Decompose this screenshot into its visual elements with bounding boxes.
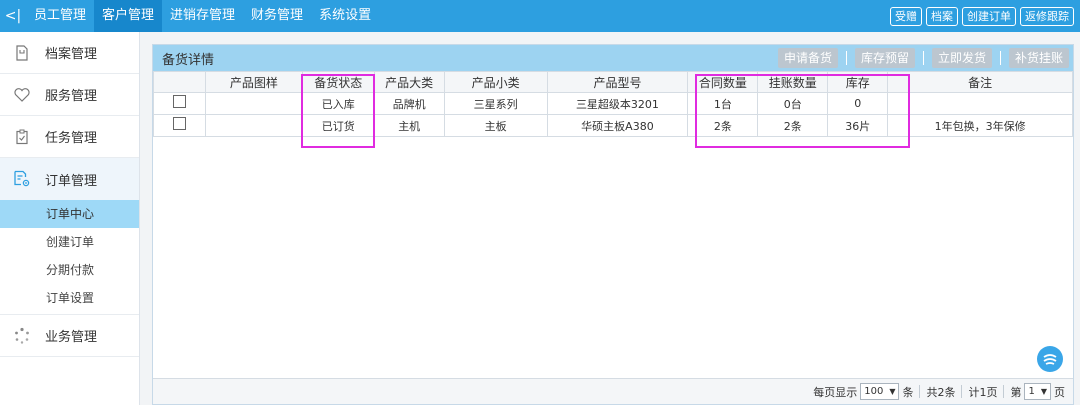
stock-cell: 36片 — [827, 114, 889, 137]
page-value: 1 — [1028, 386, 1035, 397]
category-cell: 主机 — [373, 114, 445, 137]
model-cell: 三星超级本3201 — [546, 92, 689, 115]
sidebar-item-tasks[interactable]: 任务管理 — [0, 116, 139, 158]
pagination-bar: 每页显示 100 ▼ 条 共2条 计1页 第 1 ▼ 页 — [153, 378, 1073, 404]
notes-cell: 1年包换，3年保修 — [887, 114, 1073, 137]
total-pages: 计1页 — [968, 385, 998, 399]
nav-employee-management[interactable]: 员工管理 — [26, 0, 94, 32]
col-header-category[interactable]: 产品大类 — [373, 71, 445, 93]
sidebar-subitem-order-settings[interactable]: 订单设置 — [0, 284, 139, 312]
contract-qty-cell: 2条 — [687, 114, 759, 137]
sidebar-item-label: 业务管理 — [45, 330, 98, 345]
category-cell: 品牌机 — [373, 92, 445, 115]
subcategory-cell: 主板 — [443, 114, 548, 137]
product-image-cell — [204, 92, 303, 115]
nav-customer-management[interactable]: 客户管理 — [94, 0, 163, 32]
chevron-down-icon: ▼ — [889, 387, 896, 396]
per-page-select[interactable]: 100 ▼ — [860, 383, 900, 400]
gift-button[interactable]: 受赠 — [890, 7, 922, 26]
pager-divider — [919, 385, 921, 398]
sidebar-item-archive[interactable]: 档案管理 — [0, 32, 139, 74]
clipboard-check-icon — [13, 128, 31, 146]
nav-system-settings[interactable]: 系统设置 — [311, 0, 379, 32]
stock-cell: 0 — [827, 92, 889, 115]
restock-account-button[interactable]: 补货挂账 — [1008, 48, 1069, 68]
toolbar-divider — [922, 51, 924, 65]
panel-header: 备货详情 申请备货 库存预留 立即发货 补货挂账 — [153, 45, 1073, 71]
row-checkbox[interactable] — [172, 94, 186, 108]
stock-detail-panel: 备货详情 申请备货 库存预留 立即发货 补货挂账 产品图样 备货状态 产品大类 … — [152, 44, 1074, 405]
table-header-row: 产品图样 备货状态 产品大类 产品小类 产品型号 合同数量 挂账数量 库存 备注 — [153, 71, 1073, 93]
main-content: 备货详情 申请备货 库存预留 立即发货 补货挂账 产品图样 备货状态 产品大类 … — [140, 32, 1080, 405]
page-prefix: 第 — [1010, 385, 1022, 399]
toolbar-divider — [845, 51, 847, 65]
stock-status-cell: 已订货 — [301, 114, 375, 137]
chevron-down-icon: ▼ — [1040, 387, 1047, 396]
col-header-select — [153, 71, 206, 93]
top-navbar: <| 员工管理 客户管理 进销存管理 财务管理 系统设置 受赠 档案 创建订单 … — [0, 0, 1080, 32]
nav-inventory-management[interactable]: 进销存管理 — [162, 0, 243, 32]
heart-icon — [13, 86, 31, 104]
sidebar-item-service[interactable]: 服务管理 — [0, 74, 139, 116]
spinner-dots-icon — [13, 327, 31, 345]
account-qty-cell: 0台 — [757, 92, 829, 115]
sidebar-item-orders[interactable]: 订单管理 — [0, 158, 139, 200]
stock-detail-table: 产品图样 备货状态 产品大类 产品小类 产品型号 合同数量 挂账数量 库存 备注… — [153, 71, 1073, 137]
main-nav: 员工管理 客户管理 进销存管理 财务管理 系统设置 — [26, 0, 379, 32]
ship-now-button[interactable]: 立即发货 — [931, 48, 992, 68]
stock-status-cell: 已入库 — [301, 92, 375, 115]
sidebar-item-label: 订单管理 — [45, 173, 98, 189]
contract-qty-cell: 1台 — [687, 92, 759, 115]
page-suffix: 页 — [1054, 385, 1065, 399]
panel-toolbar: 申请备货 库存预留 立即发货 补货挂账 — [777, 48, 1069, 68]
table-row[interactable]: 已入库 品牌机 三星系列 三星超级本3201 1台 0台 0 — [153, 92, 1073, 115]
per-page-label: 每页显示 — [813, 385, 858, 399]
sidebar-item-label: 档案管理 — [45, 47, 98, 62]
row-select-cell — [153, 114, 206, 137]
product-image-cell — [204, 114, 303, 137]
file-icon — [13, 44, 31, 62]
total-records: 共2条 — [926, 385, 956, 399]
col-header-contract-qty[interactable]: 合同数量 — [687, 71, 759, 93]
notes-cell — [887, 92, 1073, 115]
nav-finance-management[interactable]: 财务管理 — [243, 0, 311, 32]
row-checkbox[interactable] — [172, 116, 186, 130]
repair-tracking-button[interactable]: 返修跟踪 — [1020, 7, 1074, 26]
order-menu-group: 订单管理 订单中心 创建订单 分期付款 订单设置 — [0, 158, 139, 315]
sidebar-subitem-installment[interactable]: 分期付款 — [0, 256, 139, 284]
archive-button[interactable]: 档案 — [926, 7, 958, 26]
sidebar-item-business[interactable]: 业务管理 — [0, 315, 139, 357]
page-select[interactable]: 1 ▼ — [1024, 383, 1051, 400]
col-header-stock[interactable]: 库存 — [827, 71, 889, 93]
model-cell: 华硕主板A380 — [546, 114, 689, 137]
row-select-cell — [153, 92, 206, 115]
collapse-sidebar-button[interactable]: <| — [0, 8, 26, 24]
pager-divider — [961, 385, 963, 398]
top-actions: 受赠 档案 创建订单 返修跟踪 — [890, 7, 1074, 26]
col-header-subcategory[interactable]: 产品小类 — [443, 71, 548, 93]
sidebar-subitem-create-order[interactable]: 创建订单 — [0, 228, 139, 256]
sidebar: 档案管理 服务管理 任务管理 订单管理 订单中心 创建订单 分期付款 订单设置 … — [0, 32, 140, 405]
create-order-button[interactable]: 创建订单 — [962, 7, 1016, 26]
table-row[interactable]: 已订货 主机 主板 华硕主板A380 2条 2条 36片 1年包换，3年保修 — [153, 114, 1073, 137]
col-header-model[interactable]: 产品型号 — [546, 71, 689, 93]
col-header-product-image[interactable]: 产品图样 — [204, 71, 303, 93]
reserve-stock-button[interactable]: 库存预留 — [854, 48, 915, 68]
assistant-icon[interactable] — [1037, 346, 1063, 372]
pager-divider — [1003, 385, 1005, 398]
per-page-unit: 条 — [902, 385, 914, 399]
col-header-account-qty[interactable]: 挂账数量 — [757, 71, 829, 93]
toolbar-divider — [999, 51, 1001, 65]
sidebar-item-label: 任务管理 — [45, 131, 98, 146]
panel-title: 备货详情 — [162, 52, 215, 68]
sidebar-item-label: 服务管理 — [45, 89, 98, 104]
apply-stock-button[interactable]: 申请备货 — [777, 48, 838, 68]
order-gear-icon — [13, 170, 31, 188]
sidebar-subitem-order-center[interactable]: 订单中心 — [0, 200, 139, 228]
subcategory-cell: 三星系列 — [443, 92, 548, 115]
col-header-notes[interactable]: 备注 — [887, 71, 1073, 93]
per-page-value: 100 — [864, 386, 884, 397]
account-qty-cell: 2条 — [757, 114, 829, 137]
col-header-stock-status[interactable]: 备货状态 — [301, 71, 375, 93]
